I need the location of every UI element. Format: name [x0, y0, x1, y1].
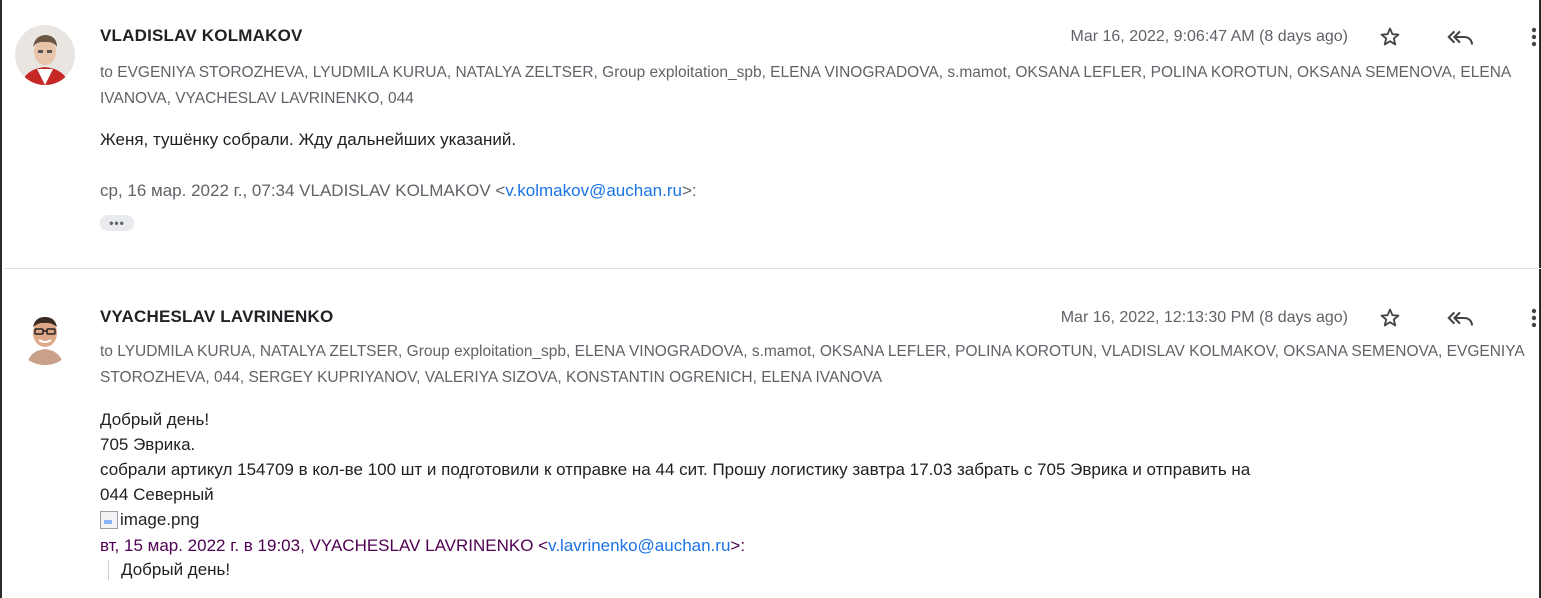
sender-name[interactable]: VYACHESLAV LAVRINENKO	[100, 307, 333, 327]
sender-email-link[interactable]: v.kolmakov@auchan.ru	[505, 181, 682, 200]
quote-header-suffix: >:	[730, 536, 746, 555]
reply-all-icon[interactable]	[1446, 304, 1474, 332]
quote-header-suffix: >:	[681, 181, 697, 200]
quote-header-prefix: ср, 16 мар. 2022 г., 07:34 VLADISLAV KOL…	[100, 181, 506, 200]
quote-header-prefix: вт, 15 мар. 2022 г. в 19:03, VYACHESLAV …	[100, 536, 549, 555]
more-vert-icon[interactable]	[1520, 304, 1541, 332]
image-alt-text: image.png	[120, 510, 200, 529]
star-icon[interactable]	[1376, 304, 1404, 332]
message-body: Женя, тушёнку собрали. Жду дальнейших ук…	[100, 130, 517, 149]
reply-all-icon[interactable]	[1446, 23, 1474, 51]
show-trimmed-content-button[interactable]: •••	[100, 215, 134, 231]
recipient-list[interactable]: to LYUDMILA KURUA, NATALYA ZELTSER, Grou…	[100, 339, 1538, 391]
message-body-line: 705 Эврика.	[100, 435, 196, 454]
message-divider	[4, 268, 1541, 269]
broken-image-icon	[100, 511, 118, 529]
email-message: VLADISLAV KOLMAKOV Mar 16, 2022, 9:06:47…	[0, 0, 1541, 268]
avatar[interactable]	[15, 305, 75, 365]
quote-header: вт, 15 мар. 2022 г. в 19:03, VYACHESLAV …	[100, 536, 745, 556]
message-date[interactable]: Mar 16, 2022, 9:06:47 AM (8 days ago)	[1071, 28, 1349, 46]
quoted-text: Добрый день!	[108, 560, 230, 580]
message-date[interactable]: Mar 16, 2022, 12:13:30 PM (8 days ago)	[1061, 309, 1348, 327]
star-icon[interactable]	[1376, 23, 1404, 51]
message-body-line: 044 Северный	[100, 485, 214, 504]
sender-email-link[interactable]: v.lavrinenko@auchan.ru	[548, 536, 730, 555]
avatar[interactable]	[15, 25, 75, 85]
message-body-line: Добрый день!	[100, 410, 210, 429]
sender-name[interactable]: VLADISLAV KOLMAKOV	[100, 26, 303, 46]
more-vert-icon[interactable]	[1520, 23, 1541, 51]
email-message: VYACHESLAV LAVRINENKO Mar 16, 2022, 12:1…	[0, 270, 1541, 598]
quote-header: ср, 16 мар. 2022 г., 07:34 VLADISLAV KOL…	[100, 181, 697, 201]
message-body-line: собрали артикул 154709 в кол-ве 100 шт и…	[100, 460, 1251, 479]
broken-image[interactable]: image.png	[100, 510, 199, 530]
recipient-list[interactable]: to EVGENIYA STOROZHEVA, LYUDMILA KURUA, …	[100, 60, 1538, 112]
